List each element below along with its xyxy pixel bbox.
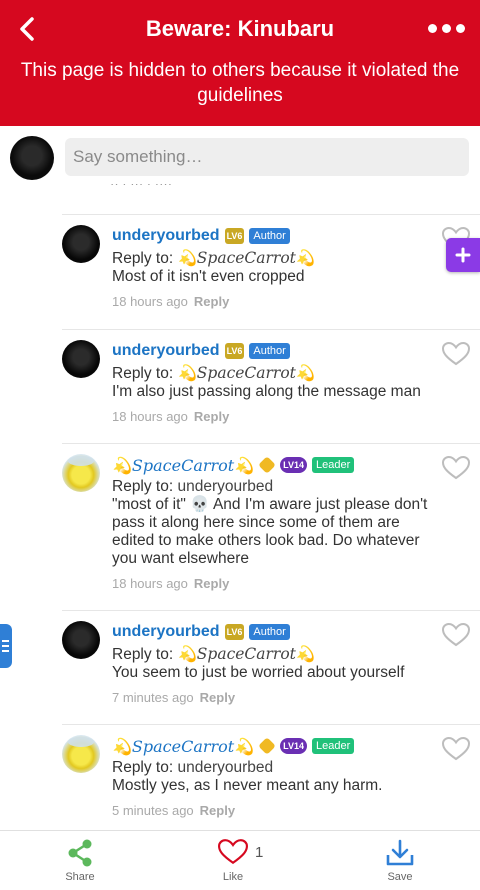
comment-item: 💫SpaceCarrot💫 LV14 Leader Reply to: unde… — [62, 443, 480, 610]
role-badge: Leader — [312, 457, 355, 473]
reply-button[interactable]: Reply — [194, 409, 229, 424]
username[interactable]: underyourbed — [112, 227, 220, 245]
hidden-page-notice: This page is hidden to others because it… — [20, 60, 460, 106]
reply-to-line: Reply to: underyourbed — [112, 759, 274, 776]
username[interactable]: 💫SpaceCarrot💫 — [112, 456, 254, 475]
reply-to-line: Reply to: 💫SpaceCarrot💫 — [112, 364, 316, 382]
comment-time: 18 hours ago — [112, 576, 188, 591]
reply-to-line: Reply to: 💫SpaceCarrot💫 — [112, 249, 316, 267]
plus-icon — [455, 247, 471, 263]
username[interactable]: underyourbed — [112, 623, 220, 641]
add-post-button[interactable] — [446, 238, 480, 272]
page-title: Beware: Kinubaru — [145, 16, 335, 41]
comment-body: "most of it" 💀 And I'm aware just please… — [112, 496, 428, 567]
avatar[interactable] — [62, 735, 100, 773]
avatar[interactable] — [62, 340, 100, 378]
more-button[interactable] — [426, 20, 466, 36]
heart-icon — [218, 839, 248, 865]
username[interactable]: underyourbed — [112, 342, 220, 360]
heart-icon — [441, 341, 471, 366]
level-badge: LV6 — [224, 228, 245, 244]
comment-body: I'm also just passing along the message … — [112, 383, 421, 400]
comment-compose: Say something… — [0, 126, 480, 188]
like-label: Like — [222, 871, 244, 883]
reply-target[interactable]: underyourbed — [177, 478, 273, 495]
role-badge: Leader — [312, 738, 355, 754]
role-badge: Author — [249, 228, 290, 244]
screen: Beware: Kinubaru This page is hidden to … — [0, 0, 480, 890]
reply-button[interactable]: Reply — [200, 690, 235, 705]
reply-target[interactable]: 💫SpaceCarrot💫 — [177, 364, 315, 382]
save-label: Save — [387, 871, 413, 883]
avatar[interactable] — [62, 225, 100, 263]
reply-button[interactable]: Reply — [194, 294, 229, 309]
share-button[interactable]: Share — [40, 831, 120, 890]
level-badge: LV6 — [224, 624, 245, 640]
reply-to-line: Reply to: underyourbed — [112, 478, 274, 495]
level-badge: LV6 — [224, 343, 245, 359]
heart-icon — [441, 736, 471, 761]
comment-time: 18 hours ago — [112, 294, 188, 309]
like-button[interactable] — [441, 622, 471, 647]
reply-button[interactable]: Reply — [194, 576, 229, 591]
comment-body: Mostly yes, as I never meant any harm. — [112, 777, 383, 794]
like-count: 1 — [255, 844, 264, 861]
heart-icon — [441, 455, 471, 480]
role-badge: Author — [249, 343, 290, 359]
bottom-action-bar: Share Like 1 Save — [0, 830, 480, 890]
reply-target[interactable]: underyourbed — [177, 759, 273, 776]
more-dots-icon — [427, 23, 437, 33]
level-badge: LV14 — [280, 738, 307, 754]
like-button[interactable] — [441, 736, 471, 761]
username[interactable]: 💫SpaceCarrot💫 — [112, 737, 254, 756]
comment-body: You seem to just be worried about yourse… — [112, 664, 405, 681]
avatar[interactable] — [62, 454, 100, 492]
comment-body: Most of it isn't even cropped — [112, 268, 305, 285]
comment-item: 💫SpaceCarrot💫 LV14 Leader Reply to: unde… — [62, 724, 480, 832]
comment-input[interactable]: Say something… — [65, 138, 469, 176]
role-badge: Author — [249, 624, 290, 640]
comment-time: 18 hours ago — [112, 409, 188, 424]
comment-item: underyourbed LV6 Author Reply to: 💫Space… — [62, 214, 480, 329]
reply-to-line: Reply to: 💫SpaceCarrot💫 — [112, 645, 316, 663]
my-avatar — [10, 136, 54, 180]
comment-time: 7 minutes ago — [112, 690, 194, 705]
list-icon — [2, 640, 9, 642]
like-button[interactable] — [441, 341, 471, 366]
reply-target[interactable]: 💫SpaceCarrot💫 — [177, 249, 315, 267]
reply-target[interactable]: 💫SpaceCarrot💫 — [177, 645, 315, 663]
avatar[interactable] — [62, 621, 100, 659]
download-icon — [386, 839, 414, 866]
like-button[interactable] — [441, 455, 471, 480]
comment-list: underyourbed LV6 Author Reply to: 💫Space… — [0, 214, 480, 832]
comment-item: underyourbed LV6 Author Reply to: 💫Space… — [62, 610, 480, 724]
level-badge: LV14 — [280, 457, 307, 473]
reply-button[interactable]: Reply — [200, 803, 235, 818]
clipped-text: ·· · ··· · ···· — [110, 184, 230, 192]
save-button[interactable]: Save — [360, 831, 440, 890]
share-label: Share — [65, 871, 95, 883]
star-badge-icon — [258, 737, 276, 755]
comment-time: 5 minutes ago — [112, 803, 194, 818]
share-icon — [68, 839, 92, 867]
side-menu-tab[interactable] — [0, 624, 12, 668]
star-badge-icon — [258, 456, 276, 474]
header-bar: Beware: Kinubaru This page is hidden to … — [0, 0, 480, 126]
heart-icon — [441, 622, 471, 647]
comment-item: underyourbed LV6 Author Reply to: 💫Space… — [62, 329, 480, 443]
